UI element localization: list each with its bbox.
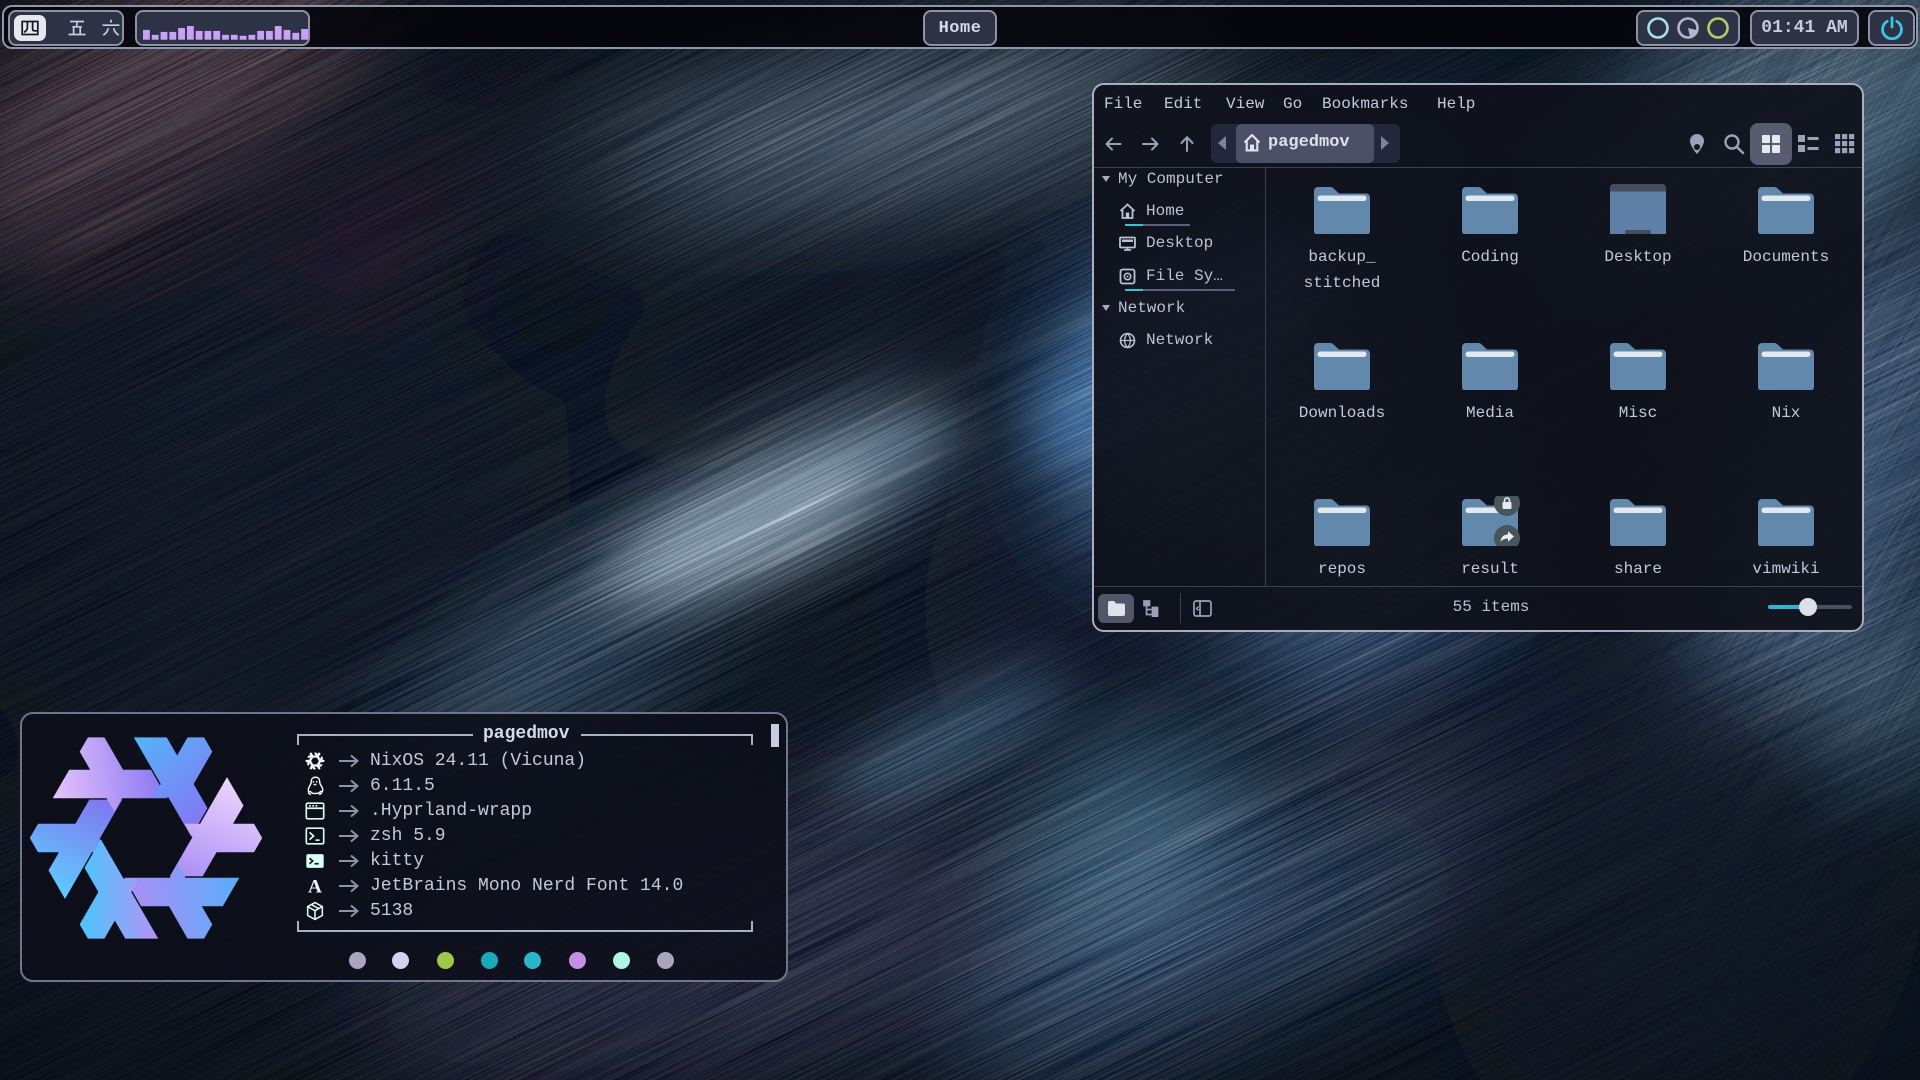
svg-text:A: A	[308, 876, 322, 897]
